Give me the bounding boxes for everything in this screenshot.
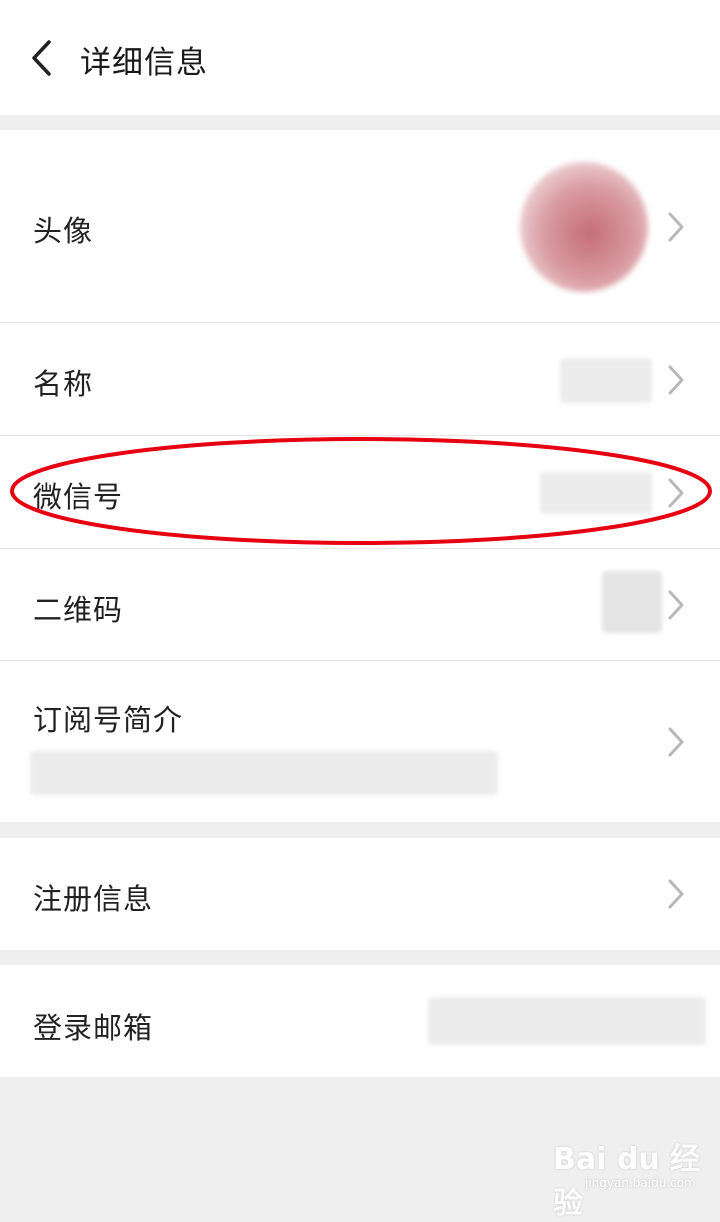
row-label: 订阅号简介 bbox=[33, 703, 184, 737]
qr-code-thumbnail-blurred bbox=[602, 571, 662, 633]
chevron-left-icon bbox=[32, 40, 51, 76]
row-intro[interactable]: 订阅号简介 bbox=[0, 661, 720, 822]
name-value-blurred bbox=[560, 358, 652, 403]
intro-text-blurred bbox=[30, 751, 498, 795]
row-label: 名称 bbox=[33, 367, 94, 401]
email-value-blurred bbox=[428, 997, 706, 1045]
chevron-right-icon bbox=[668, 590, 684, 620]
page-title: 详细信息 bbox=[80, 45, 208, 81]
highlight-ellipse bbox=[10, 437, 712, 545]
chevron-right-icon bbox=[668, 879, 684, 909]
avatar[interactable] bbox=[520, 162, 648, 292]
row-label: 头像 bbox=[33, 214, 94, 248]
row-registration[interactable]: 注册信息 bbox=[0, 838, 720, 950]
row-qr-code[interactable]: 二维码 bbox=[0, 549, 720, 661]
back-button[interactable] bbox=[22, 38, 62, 78]
chevron-right-icon bbox=[668, 365, 684, 395]
watermark-url: jingyan.baidu.com bbox=[585, 1176, 696, 1190]
row-name[interactable]: 名称 bbox=[0, 323, 720, 436]
row-email: 登录邮箱 bbox=[0, 965, 720, 1077]
top-bar: 详细信息 bbox=[0, 0, 720, 115]
row-label: 二维码 bbox=[33, 593, 124, 627]
row-label: 注册信息 bbox=[33, 882, 154, 916]
chevron-right-icon bbox=[668, 212, 684, 242]
chevron-right-icon bbox=[668, 727, 684, 757]
row-label: 登录邮箱 bbox=[33, 1011, 154, 1045]
